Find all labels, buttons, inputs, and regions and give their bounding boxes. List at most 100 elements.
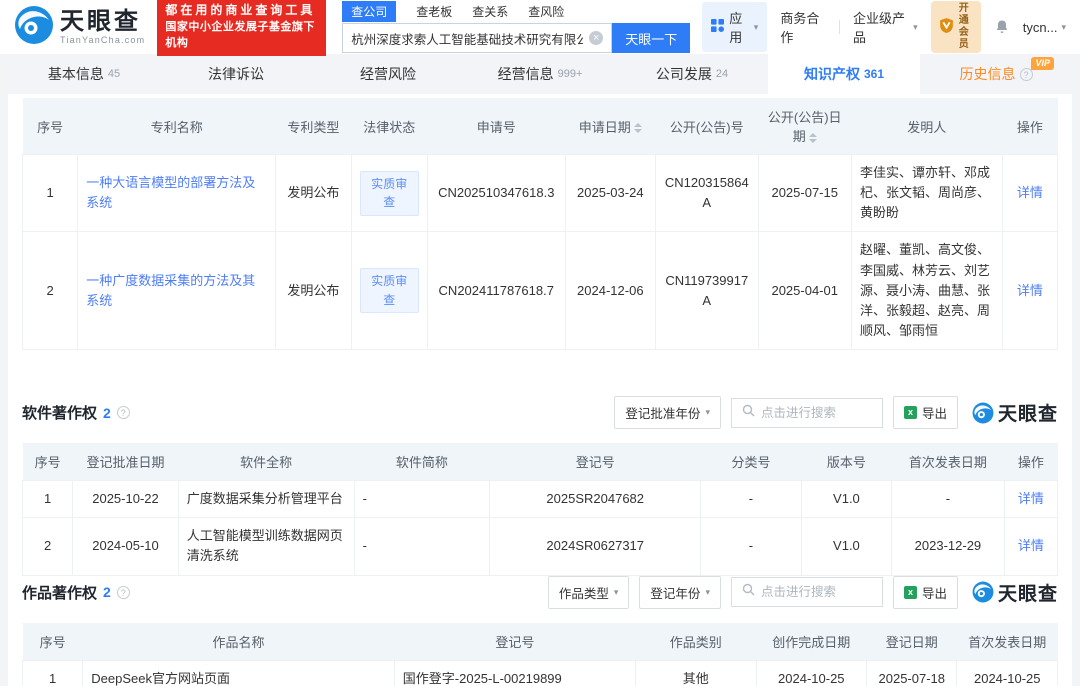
cell-application-date: 2025-03-24 [565, 155, 655, 232]
cell-patent-type: 发明公布 [276, 155, 351, 232]
search-tab-company[interactable]: 查公司 [342, 1, 396, 22]
table-search-input[interactable] [761, 585, 872, 599]
excel-icon: x [904, 406, 917, 419]
main-content: 序号 专利名称 专利类型 法律状态 申请号 申请日期 公开(公告)号 公开(公告… [8, 94, 1072, 686]
top-header: 天眼查 TianYanCha.com 都在用的商业查询工具 国家中小企业发展子基… [0, 0, 1080, 54]
user-menu[interactable]: tycn... ▾ [1023, 20, 1066, 35]
sort-icon[interactable] [634, 123, 642, 133]
chevron-down-icon: ▾ [705, 587, 710, 598]
cell-legal-status: 实质审查 [351, 155, 427, 232]
cell-software-shortname: - [354, 518, 490, 575]
detail-link[interactable]: 详情 [1017, 283, 1043, 298]
search-tabs: 查公司 查老板 查关系 查风险 [342, 1, 690, 21]
works-header-row: 序号 作品名称 登记号 作品类别 创作完成日期 登记日期 首次发表日期 [23, 623, 1058, 661]
software-copyright-table: 序号 登记批准日期 软件全称 软件简称 登记号 分类号 版本号 首次发表日期 操… [22, 443, 1058, 575]
column-header-sortable: 申请日期 [565, 98, 655, 155]
promo-line2: 国家中小企业发展子基金旗下机构 [165, 20, 318, 52]
cell-index: 1 [23, 155, 78, 232]
tianyancha-logo[interactable]: 天眼查 TianYanCha.com [14, 5, 145, 50]
detail-link[interactable]: 详情 [1018, 491, 1044, 506]
cell-inventors: 赵曜、董凯、高文俊、李国威、林芳云、刘艺源、聂小涛、曲慧、张洋、张毅超、赵亮、周… [851, 232, 1002, 350]
patent-name-link[interactable]: 一种广度数据采集的方法及其系统 [86, 273, 255, 308]
search-input[interactable] [351, 31, 583, 45]
column-header: 发明人 [851, 98, 1002, 155]
column-header: 首次发表日期 [892, 443, 1005, 481]
detail-link[interactable]: 详情 [1018, 538, 1044, 553]
software-copyright-section-header: 软件著作权 2 ? 登记批准年份 ▾ x 导出 [22, 396, 1058, 429]
column-header: 分类号 [701, 443, 801, 481]
column-header: 版本号 [801, 443, 891, 481]
cell-publication-no: CN120315864A [656, 155, 758, 232]
section-tabbar: 基本信息 45 法律诉讼 经营风险 经营信息 999+ 公司发展 24 知识产权… [8, 54, 1072, 94]
cell-registration-no: 国作登字-2025-L-00219899 [394, 660, 635, 686]
apps-menu[interactable]: 应用 ▾ [702, 2, 767, 52]
works-copyright-table: 序号 作品名称 登记号 作品类别 创作完成日期 登记日期 首次发表日期 1 De… [22, 623, 1058, 686]
username: tycn... [1023, 20, 1058, 35]
patents-table: 序号 专利名称 专利类型 法律状态 申请号 申请日期 公开(公告)号 公开(公告… [22, 98, 1058, 350]
tab-basic-info[interactable]: 基本信息 45 [8, 54, 160, 94]
tab-operation-risk[interactable]: 经营风险 [312, 54, 464, 94]
tianyancha-logo-icon [14, 5, 54, 50]
column-header: 序号 [23, 623, 83, 661]
column-header: 登记批准日期 [73, 443, 179, 481]
column-header: 专利名称 [78, 98, 276, 155]
column-header-sortable: 公开(公告)日期 [758, 98, 851, 155]
column-header: 登记号 [394, 623, 635, 661]
cell-action: 详情 [1002, 155, 1057, 232]
cell-software-fullname: 广度数据采集分析管理平台 [178, 481, 354, 518]
export-button[interactable]: x 导出 [893, 396, 958, 429]
cell-work-category: 其他 [635, 660, 756, 686]
detail-link[interactable]: 详情 [1017, 185, 1043, 200]
brand-name: 天眼查 [60, 9, 145, 34]
help-icon: ? [117, 586, 130, 599]
cell-application-no: CN202510347618.3 [427, 155, 565, 232]
patent-name-link[interactable]: 一种大语言模型的部署方法及系统 [86, 175, 255, 210]
search-button[interactable]: 天眼一下 [612, 23, 690, 53]
year-filter-dropdown[interactable]: 登记年份 ▾ [639, 576, 721, 609]
cell-patent-type: 发明公布 [276, 232, 351, 350]
chevron-down-icon: ▾ [705, 407, 710, 418]
tab-history-info[interactable]: 历史信息 ? VIP [920, 54, 1072, 94]
table-row: 1 DeepSeek官方网站页面 国作登字-2025-L-00219899 其他… [23, 660, 1058, 686]
nav-enterprise[interactable]: 企业级产品 ▾ [853, 8, 918, 46]
nav-cooperation[interactable]: 商务合作 [780, 8, 826, 46]
table-row: 1 2025-10-22 广度数据采集分析管理平台 - 2025SR204768… [23, 481, 1058, 518]
search-tab-risk[interactable]: 查风险 [528, 3, 564, 20]
promo-banner: 都在用的商业查询工具 国家中小企业发展子基金旗下机构 [157, 0, 326, 56]
tab-legal-litigation[interactable]: 法律诉讼 [160, 54, 312, 94]
tianyancha-logo-icon [972, 402, 994, 424]
work-type-filter-dropdown[interactable]: 作品类型 ▾ [548, 576, 630, 609]
export-button[interactable]: x 导出 [893, 576, 958, 609]
column-header: 法律状态 [351, 98, 427, 155]
open-membership-button[interactable]: 开通 会员 [931, 1, 981, 53]
watermark-text: 天眼查 [998, 579, 1058, 606]
column-header: 作品类别 [635, 623, 756, 661]
notifications-bell-icon[interactable] [994, 19, 1010, 35]
tianyancha-watermark: 天眼查 [972, 399, 1058, 426]
chevron-down-icon: ▾ [614, 587, 619, 598]
clear-search-icon[interactable]: × [589, 31, 603, 45]
cell-version: V1.0 [801, 481, 891, 518]
cell-approve-date: 2024-05-10 [73, 518, 179, 575]
tab-company-development[interactable]: 公司发展 24 [616, 54, 768, 94]
section-count: 2 [103, 584, 111, 600]
search-tab-boss[interactable]: 查老板 [416, 3, 452, 20]
works-copyright-section-header: 作品著作权 2 ? 作品类型 ▾ 登记年份 ▾ [22, 576, 1058, 609]
cell-legal-status: 实质审查 [351, 232, 427, 350]
help-icon: ? [117, 406, 130, 419]
year-filter-dropdown[interactable]: 登记批准年份 ▾ [614, 396, 721, 429]
promo-line1: 都在用的商业查询工具 [165, 2, 318, 19]
brand-domain: TianYanCha.com [60, 35, 145, 45]
tab-intellectual-property[interactable]: 知识产权 361 [768, 54, 920, 94]
sort-icon[interactable] [809, 133, 817, 143]
column-header: 序号 [23, 443, 73, 481]
works-toolbar: 作品类型 ▾ 登记年份 ▾ x 导出 [548, 576, 1058, 609]
enterprise-label: 企业级产品 [853, 8, 909, 46]
tab-operation-info[interactable]: 经营信息 999+ [464, 54, 616, 94]
search-tab-relation[interactable]: 查关系 [472, 3, 508, 20]
status-badge: 实质审查 [360, 171, 419, 216]
table-search-input[interactable] [761, 406, 872, 420]
table-row: 2 一种广度数据采集的方法及其系统 发明公布 实质审查 CN2024117876… [23, 232, 1058, 350]
cell-creation-date: 2024-10-25 [756, 660, 867, 686]
cell-publication-date: 2025-07-15 [758, 155, 851, 232]
